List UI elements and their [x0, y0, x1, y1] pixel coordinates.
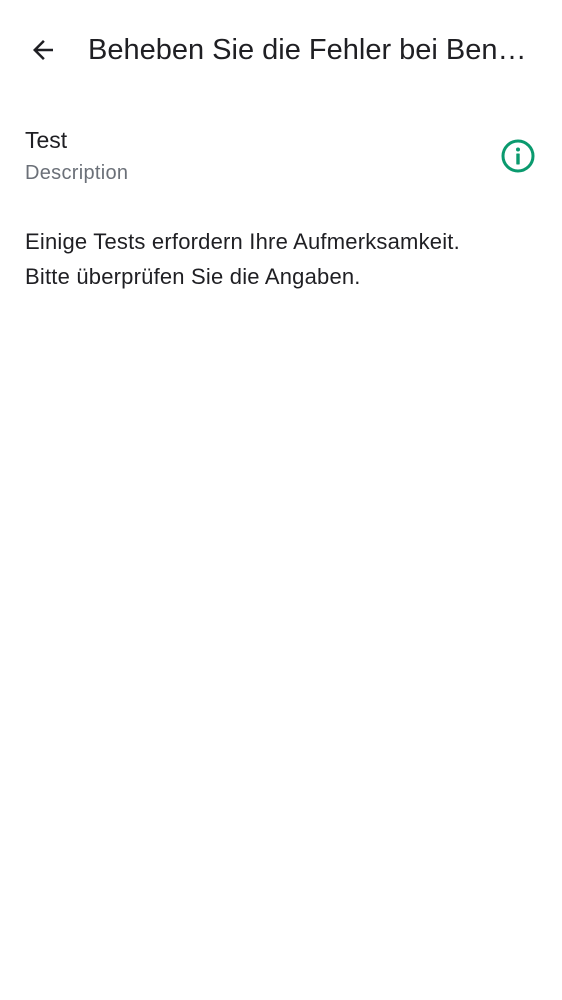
message-line-2: Bitte überprüfen Sie die Angaben. [25, 264, 361, 289]
page-title: Beheben Sie die Fehler bei Benutzerkonte… [88, 34, 540, 66]
test-list-item[interactable]: Test Description [0, 116, 562, 196]
info-icon [501, 139, 535, 173]
back-button[interactable] [18, 25, 68, 75]
test-description: Description [25, 162, 129, 184]
app-bar: Beheben Sie die Fehler bei Benutzerkonte… [0, 0, 562, 100]
test-title: Test [25, 127, 68, 153]
arrow-back-icon [33, 40, 53, 60]
info-button[interactable] [496, 134, 540, 178]
attention-message: Einige Tests erfordern Ihre Aufmerksamke… [25, 224, 545, 294]
message-line-1: Einige Tests erfordern Ihre Aufmerksamke… [25, 229, 460, 254]
